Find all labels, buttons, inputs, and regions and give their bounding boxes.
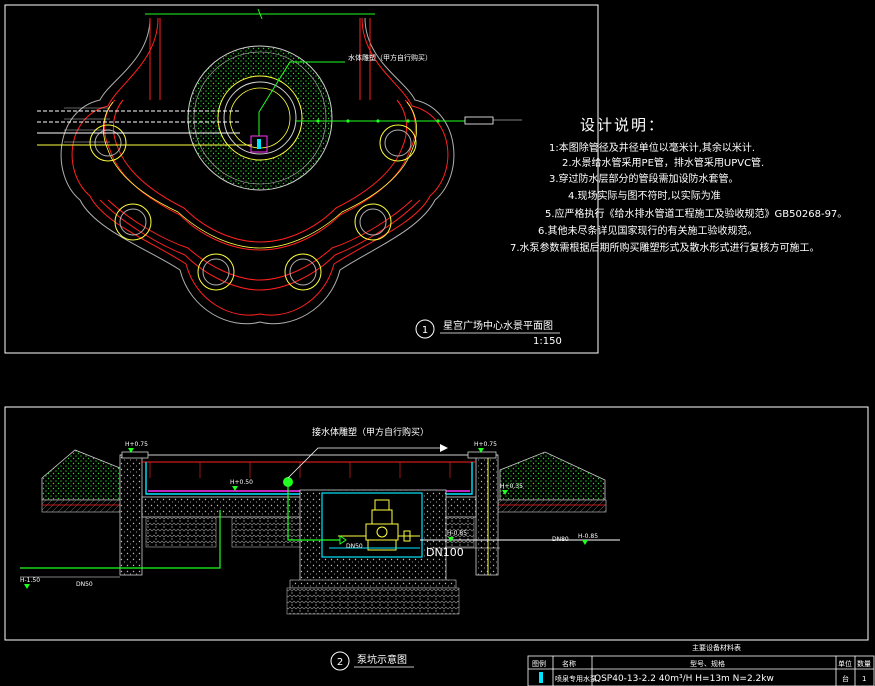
table-row-unit: 台: [842, 674, 849, 683]
plan-scale: 1:150: [533, 336, 562, 347]
note-7: 7.水泵参数需根据后期所购买雕塑形式及散水形式进行复核方可施工。: [510, 243, 820, 254]
plan-frame: [4, 4, 599, 354]
pump-legend-icon: [539, 672, 543, 683]
section-number: 2: [337, 657, 343, 668]
section-view: 接水体雕塑（甲方自行购买） H+0.75 H+0.75 H+0.50 H+0.3…: [4, 406, 869, 671]
note-3: 3.穿过防水层部分的管段需加设防水套管。: [549, 174, 739, 185]
plan-callout-label: 水体雕塑（甲方自行购买）: [348, 53, 432, 62]
plan-title: 星宫广场中心水景平面图: [443, 319, 553, 332]
level-bottom: H-1.50: [20, 577, 40, 584]
note-2: 2.水景给水管采用PE管，排水管采用UPVC管.: [562, 158, 765, 169]
table-header-legend: 图例: [532, 659, 546, 668]
table-header-spec: 型号、规格: [690, 659, 725, 668]
table-row-spec: QSP40-13-2.2 40m³/H H=13m N=2.2kw: [594, 674, 774, 684]
table-header-qty: 数量: [857, 659, 871, 668]
pipe-pump-out: DN100: [426, 546, 464, 559]
plan-view: 水体雕塑（甲方自行购买） 1 星宫广场中心水景平面图 1:150: [4, 4, 599, 354]
level-left-top: H+0.75: [125, 441, 148, 448]
equipment-table: 主要设备材料表 图例 名称 型号、规格 单位 数量 喷泉专用水泵 QSP40-1…: [527, 643, 875, 686]
note-5: 5.应严格执行《给水排水管道工程施工及验收规范》GB50268-97。: [545, 209, 848, 220]
section-title: 泵坑示意图: [357, 653, 407, 666]
level-right-top: H+0.75: [474, 441, 497, 448]
plan-number: 1: [422, 325, 428, 336]
pipe-left-drain: DN50: [76, 581, 93, 588]
level-right-low: H-0.85: [578, 533, 598, 540]
note-4: 4.现场实际与图不符时,以实际为准: [568, 191, 721, 202]
notes-title: 设计说明：: [580, 116, 666, 134]
level-left-mid: H+0.50: [230, 479, 253, 486]
cad-drawing: 水体雕塑（甲方自行购买） 1 星宫广场中心水景平面图 1:150 接水体雕塑（甲…: [4, 4, 875, 686]
table-row-name: 喷泉专用水泵: [555, 674, 597, 683]
table-header-unit: 单位: [838, 659, 852, 668]
level-right-mid: H+0.35: [500, 483, 523, 490]
level-pit: H-0.85: [447, 530, 467, 537]
pipe-right-drain: DN80: [552, 536, 569, 543]
central-planter: [187, 45, 333, 191]
note-6: 6.其他未尽条详见国家现行的有关施工验收规范。: [538, 226, 758, 237]
table-title: 主要设备材料表: [692, 643, 741, 652]
table-row-qty: 1: [862, 675, 866, 683]
table-header-name: 名称: [562, 659, 576, 668]
section-callout-label: 接水体雕塑（甲方自行购买）: [312, 426, 429, 438]
pipe-pump-in: DN50: [346, 543, 363, 550]
sculpture-outlet: [283, 477, 293, 487]
note-1: 1:本图除管径及井径单位以毫米计,其余以米计.: [549, 143, 756, 154]
